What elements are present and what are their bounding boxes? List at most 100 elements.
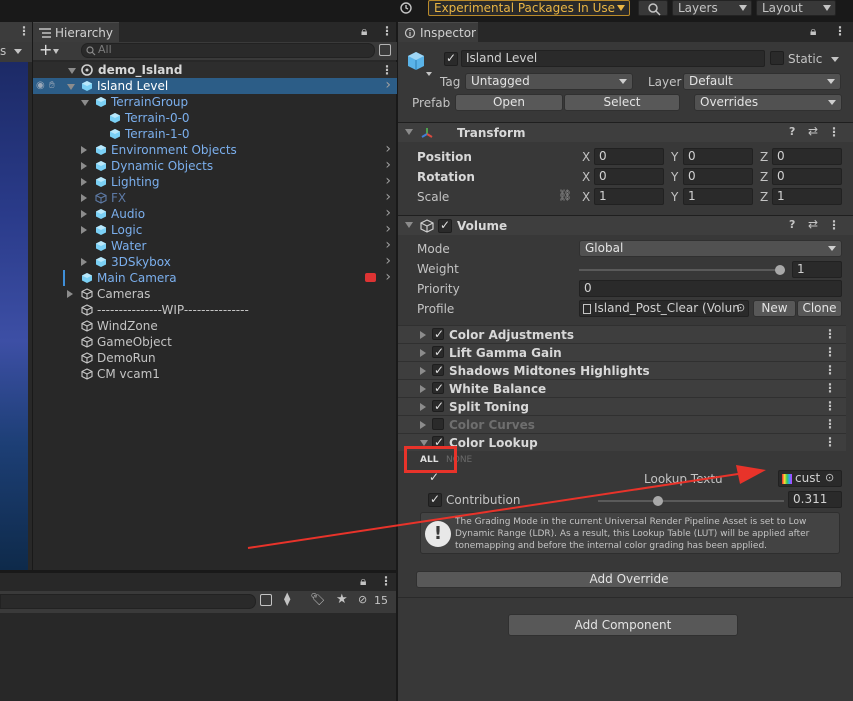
expand-arrow-icon[interactable]: [81, 210, 87, 218]
layout-dropdown[interactable]: Layout: [756, 0, 836, 16]
prefab-open-button[interactable]: Open: [455, 94, 563, 111]
contribution-override-checkbox[interactable]: [428, 492, 442, 507]
project-search-input[interactable]: [0, 594, 256, 609]
chevron-down-icon[interactable]: [831, 57, 839, 62]
expand-arrow-icon[interactable]: [81, 178, 87, 186]
hidden-packages-icon[interactable]: ⊘: [358, 593, 367, 606]
expand-arrow-icon[interactable]: [67, 290, 73, 298]
hierarchy-item[interactable]: ◉ ✋︎ Island Level ›: [33, 77, 397, 94]
hierarchy-item[interactable]: Audio ›: [33, 205, 397, 222]
expand-arrow-icon[interactable]: [420, 331, 426, 339]
hierarchy-item[interactable]: FX ›: [33, 189, 397, 206]
chevron-right-icon[interactable]: ›: [385, 157, 391, 173]
weight-field[interactable]: 1: [792, 261, 842, 278]
filter-icon[interactable]: ⧫: [284, 592, 290, 607]
search-by-type-icon[interactable]: [260, 594, 272, 606]
volume-header[interactable]: Volume ? ⇄ ⋮: [398, 215, 853, 235]
position-x-field[interactable]: 0: [594, 148, 664, 165]
object-picker-icon[interactable]: ⊙: [825, 471, 834, 484]
override-menu-icon[interactable]: ⋮: [824, 417, 836, 431]
add-override-button[interactable]: Add Override: [416, 571, 842, 588]
override-row[interactable]: Split Toning ⋮: [398, 397, 846, 415]
layer-dropdown[interactable]: Default: [683, 73, 841, 90]
expand-arrow-icon[interactable]: [68, 68, 76, 74]
override-menu-icon[interactable]: ⋮: [824, 435, 836, 449]
contribution-slider[interactable]: [598, 493, 788, 509]
expand-arrow-icon[interactable]: [81, 226, 87, 234]
search-button[interactable]: [638, 0, 668, 16]
component-menu-icon[interactable]: ⋮: [828, 218, 840, 232]
expand-arrow-icon[interactable]: [420, 367, 426, 375]
help-icon[interactable]: ?: [789, 125, 795, 138]
hierarchy-item[interactable]: Environment Objects ›: [33, 141, 397, 158]
chevron-down-icon[interactable]: [426, 72, 432, 76]
object-name-field[interactable]: Island Level: [461, 50, 765, 67]
position-y-field[interactable]: 0: [683, 148, 753, 165]
hierarchy-item[interactable]: ---------------WIP---------------: [33, 302, 397, 318]
active-checkbox[interactable]: [444, 51, 458, 66]
scene-tab-menu-icon[interactable]: ⋮: [18, 24, 30, 38]
expand-arrow-icon[interactable]: [420, 385, 426, 393]
add-component-button[interactable]: Add Component: [508, 614, 738, 636]
presets-icon[interactable]: ⇄: [808, 124, 818, 138]
tag-dropdown[interactable]: Untagged: [465, 73, 633, 90]
override-menu-icon[interactable]: ⋮: [824, 345, 836, 359]
tab-inspector[interactable]: Inspector: [398, 22, 478, 42]
rotation-z-field[interactable]: 0: [772, 168, 842, 185]
hierarchy-item[interactable]: 3DSkybox ›: [33, 253, 397, 270]
chevron-right-icon[interactable]: ›: [385, 221, 391, 237]
chevron-right-icon[interactable]: ›: [385, 77, 391, 93]
scene-viewport[interactable]: [0, 62, 28, 570]
scale-x-field[interactable]: 1: [594, 188, 664, 205]
override-enabled-checkbox[interactable]: [432, 381, 444, 395]
hierarchy-item[interactable]: Terrain-0-0: [33, 110, 397, 126]
weight-slider[interactable]: [579, 262, 789, 278]
override-enabled-checkbox[interactable]: [432, 363, 444, 377]
static-checkbox[interactable]: [770, 51, 784, 65]
presets-icon[interactable]: ⇄: [808, 217, 818, 231]
label-icon[interactable]: 🏷︎: [310, 592, 325, 606]
override-row[interactable]: Shadows Midtones Highlights ⋮: [398, 361, 846, 379]
expand-arrow-icon[interactable]: [81, 100, 89, 106]
lock-icon[interactable]: 🔒︎: [360, 574, 366, 589]
hierarchy-item[interactable]: CM vcam1: [33, 366, 397, 382]
chevron-right-icon[interactable]: ›: [385, 141, 391, 157]
search-options-icon[interactable]: [379, 44, 391, 56]
expand-arrow-icon[interactable]: [420, 349, 426, 357]
constrain-proportions-icon[interactable]: ⛓: [558, 189, 572, 202]
chevron-right-icon[interactable]: ›: [385, 173, 391, 189]
expand-arrow-icon[interactable]: [81, 194, 87, 202]
override-menu-icon[interactable]: ⋮: [824, 399, 836, 413]
hierarchy-item[interactable]: Dynamic Objects ›: [33, 157, 397, 174]
panel-menu-icon[interactable]: ⋮: [380, 574, 392, 588]
tab-hierarchy[interactable]: Hierarchy: [33, 22, 119, 42]
prefab-select-button[interactable]: Select: [564, 94, 680, 111]
override-enabled-checkbox[interactable]: [432, 345, 444, 359]
override-enabled-checkbox[interactable]: [432, 327, 444, 341]
hierarchy-item[interactable]: DemoRun: [33, 350, 397, 366]
expand-arrow-icon[interactable]: [67, 84, 75, 90]
position-z-field[interactable]: 0: [772, 148, 842, 165]
panel-menu-icon[interactable]: ⋮: [834, 24, 846, 38]
panel-menu-icon[interactable]: ⋮: [381, 24, 393, 38]
scene-menu-icon[interactable]: ⋮: [381, 62, 393, 78]
component-menu-icon[interactable]: ⋮: [828, 125, 840, 139]
search-input[interactable]: All: [81, 43, 375, 58]
override-enabled-checkbox[interactable]: [432, 418, 444, 430]
hierarchy-item[interactable]: Main Camera ›: [33, 269, 397, 286]
override-row[interactable]: Color Lookup ⋮: [398, 433, 846, 451]
lock-icon[interactable]: 🔒︎: [361, 24, 367, 39]
hierarchy-item[interactable]: GameObject: [33, 334, 397, 350]
profile-clone-button[interactable]: Clone: [797, 300, 842, 317]
chevron-right-icon[interactable]: ›: [385, 269, 391, 285]
scale-z-field[interactable]: 1: [772, 188, 842, 205]
mode-dropdown[interactable]: Global: [579, 240, 842, 257]
pickable-hand-icon[interactable]: ✋︎: [49, 78, 55, 94]
chevron-down-icon[interactable]: [53, 49, 59, 54]
chevron-right-icon[interactable]: ›: [385, 237, 391, 253]
help-icon[interactable]: ?: [789, 218, 795, 231]
hierarchy-item[interactable]: Cameras: [33, 286, 397, 302]
hierarchy-item[interactable]: Terrain-1-0: [33, 126, 397, 142]
override-menu-icon[interactable]: ⋮: [824, 363, 836, 377]
contribution-field[interactable]: 0.311: [788, 491, 842, 508]
